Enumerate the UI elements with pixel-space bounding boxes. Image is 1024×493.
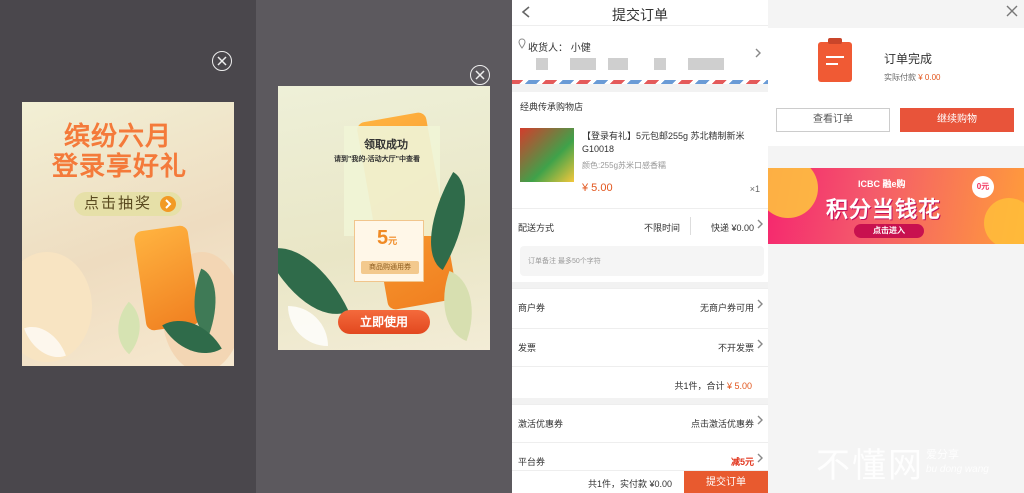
redacted-text bbox=[570, 58, 596, 70]
chevron-right-icon bbox=[754, 46, 762, 62]
remark-placeholder: 订单备注 最多50个字符 bbox=[528, 258, 601, 265]
icbc-promo-banner[interactable]: ICBC 融e购 0元 积分当钱花 点击进入 bbox=[768, 168, 1024, 244]
bank-name: ICBC 融e购 bbox=[858, 179, 906, 189]
coupon-amount: 5元 bbox=[377, 227, 398, 249]
shipping-value: 快递 ¥0.00 bbox=[710, 223, 754, 233]
watermark-sub: 爱分享 bbox=[926, 449, 959, 461]
redacted-text bbox=[608, 58, 628, 70]
chevron-right-icon bbox=[756, 298, 764, 313]
coupon-ticket: 5元 商品购通用券 bbox=[354, 220, 424, 282]
product-thumbnail bbox=[520, 128, 574, 182]
promo-title-line2: 登录享好礼 bbox=[52, 152, 188, 182]
close-button[interactable] bbox=[1006, 4, 1018, 22]
product-qty: ×1 bbox=[749, 184, 760, 194]
use-now-button[interactable]: 立即使用 bbox=[338, 310, 430, 334]
order-summary: 共1件，合计 ¥ 5.00 bbox=[512, 366, 768, 400]
order-complete-page: 订单完成 实际付款 ¥ 0.00 查看订单 继续购物 ICBC 融e购 0元 积… bbox=[768, 0, 1024, 493]
product-name: 【登录有礼】5元包邮255g 苏北精制新米 G10018 bbox=[582, 131, 745, 154]
invoice-label: 发票 bbox=[518, 343, 537, 353]
store-name: 经典传承购物店 bbox=[520, 102, 584, 112]
navbar: 提交订单 bbox=[512, 0, 768, 26]
watermark-sub2: bu dong wang bbox=[926, 464, 989, 475]
success-title: 领取成功 bbox=[364, 139, 408, 151]
chevron-right-icon bbox=[756, 452, 764, 467]
activate-coupon-label: 激活优惠券 bbox=[518, 419, 564, 429]
draw-button-label: 点击抽奖 bbox=[84, 195, 153, 212]
banner-slogan: 积分当钱花 bbox=[826, 197, 942, 223]
location-pin-icon bbox=[518, 38, 526, 52]
view-order-button[interactable]: 查看订单 bbox=[776, 108, 890, 132]
overlay-lottery: 缤纷六月 登录享好礼 点击抽奖 bbox=[0, 0, 256, 493]
draw-button[interactable]: 点击抽奖 bbox=[74, 192, 182, 216]
submit-order-button[interactable]: 提交订单 bbox=[684, 471, 768, 493]
product-spec: 颜色:255g苏米口感香糯 bbox=[582, 161, 667, 170]
shipping-time: 不限时间 bbox=[644, 223, 681, 233]
leaf-decor bbox=[288, 306, 328, 346]
order-remark-input[interactable]: 订单备注 最多50个字符 bbox=[520, 246, 764, 276]
redacted-text bbox=[688, 58, 724, 70]
store-coupon-value: 无商户券可用 bbox=[699, 303, 754, 313]
checkout-bar: 共1件，实付款 ¥0.00 提交订单 bbox=[512, 470, 768, 493]
address-section[interactable]: 收货人： 小健 bbox=[512, 30, 768, 84]
overlay-coupon: 领取成功 请到"我的-活动大厅"中查看 5元 商品购通用券 立即使用 bbox=[256, 0, 512, 493]
redacted-text bbox=[654, 58, 666, 70]
chevron-right-icon bbox=[756, 218, 764, 233]
success-hint: 请到"我的-活动大厅"中查看 bbox=[334, 156, 420, 163]
platform-coupon-value: 减5元 bbox=[730, 457, 754, 467]
activate-coupon-row[interactable]: 激活优惠券 点击激活优惠券 bbox=[512, 404, 768, 440]
store-coupon-row[interactable]: 商户券 无商户券可用 bbox=[512, 288, 768, 324]
paid-amount: 实际付款 ¥ 0.00 bbox=[884, 73, 941, 82]
phone-illustration bbox=[133, 224, 201, 332]
complete-title: 订单完成 bbox=[884, 52, 933, 66]
divider bbox=[690, 217, 691, 235]
invoice-row[interactable]: 发票 不开发票 bbox=[512, 328, 768, 364]
chevron-right-icon bbox=[756, 338, 764, 353]
divider bbox=[512, 84, 768, 92]
product-price: ¥ 5.00 bbox=[582, 182, 613, 194]
coupon-tag: 商品购通用券 bbox=[361, 261, 419, 274]
coupon-success-card: 领取成功 请到"我的-活动大厅"中查看 5元 商品购通用券 立即使用 bbox=[278, 86, 490, 350]
shipping-row[interactable]: 配送方式 不限时间 快递 ¥0.00 bbox=[512, 208, 768, 244]
summary-text: 共1件，合计 ¥ 5.00 bbox=[674, 381, 752, 391]
order-complete-card: 订单完成 实际付款 ¥ 0.00 查看订单 继续购物 bbox=[768, 28, 1024, 146]
consignee: 收货人： 小健 bbox=[528, 43, 591, 54]
continue-shopping-button[interactable]: 继续购物 bbox=[900, 108, 1014, 132]
arrow-right-icon bbox=[160, 196, 176, 212]
close-icon bbox=[1006, 5, 1018, 17]
chevron-right-icon bbox=[756, 414, 764, 429]
banner-enter-button[interactable]: 点击进入 bbox=[854, 224, 924, 238]
footer-sum: 共1件，实付款 ¥0.00 bbox=[588, 479, 673, 489]
submit-order-page: 提交订单 收货人： 小健 经典传承购物店 【登录有礼】5元包邮255g 苏北精制… bbox=[512, 0, 768, 493]
decor-circle bbox=[768, 168, 818, 218]
order-item[interactable]: 【登录有礼】5元包邮255g 苏北精制新米 G10018 颜色:255g苏米口感… bbox=[512, 118, 768, 200]
watermark: 不懂网 bbox=[816, 446, 924, 486]
shipping-label: 配送方式 bbox=[518, 223, 555, 233]
page-title: 提交订单 bbox=[612, 7, 668, 23]
activate-coupon-value: 点击激活优惠券 bbox=[690, 419, 754, 429]
lottery-promo-card[interactable]: 缤纷六月 登录享好礼 点击抽奖 bbox=[22, 102, 234, 366]
invoice-value: 不开发票 bbox=[717, 343, 754, 353]
zero-yuan-badge: 0元 bbox=[972, 176, 994, 198]
close-icon bbox=[475, 70, 485, 80]
decor-circle bbox=[984, 198, 1024, 244]
clipboard-icon bbox=[818, 38, 852, 82]
redacted-text bbox=[536, 58, 548, 70]
close-popup-button[interactable] bbox=[212, 51, 232, 71]
platform-coupon-label: 平台券 bbox=[518, 457, 546, 467]
close-popup-button[interactable] bbox=[470, 65, 490, 85]
store-coupon-label: 商户券 bbox=[518, 303, 546, 313]
close-icon bbox=[217, 56, 227, 66]
